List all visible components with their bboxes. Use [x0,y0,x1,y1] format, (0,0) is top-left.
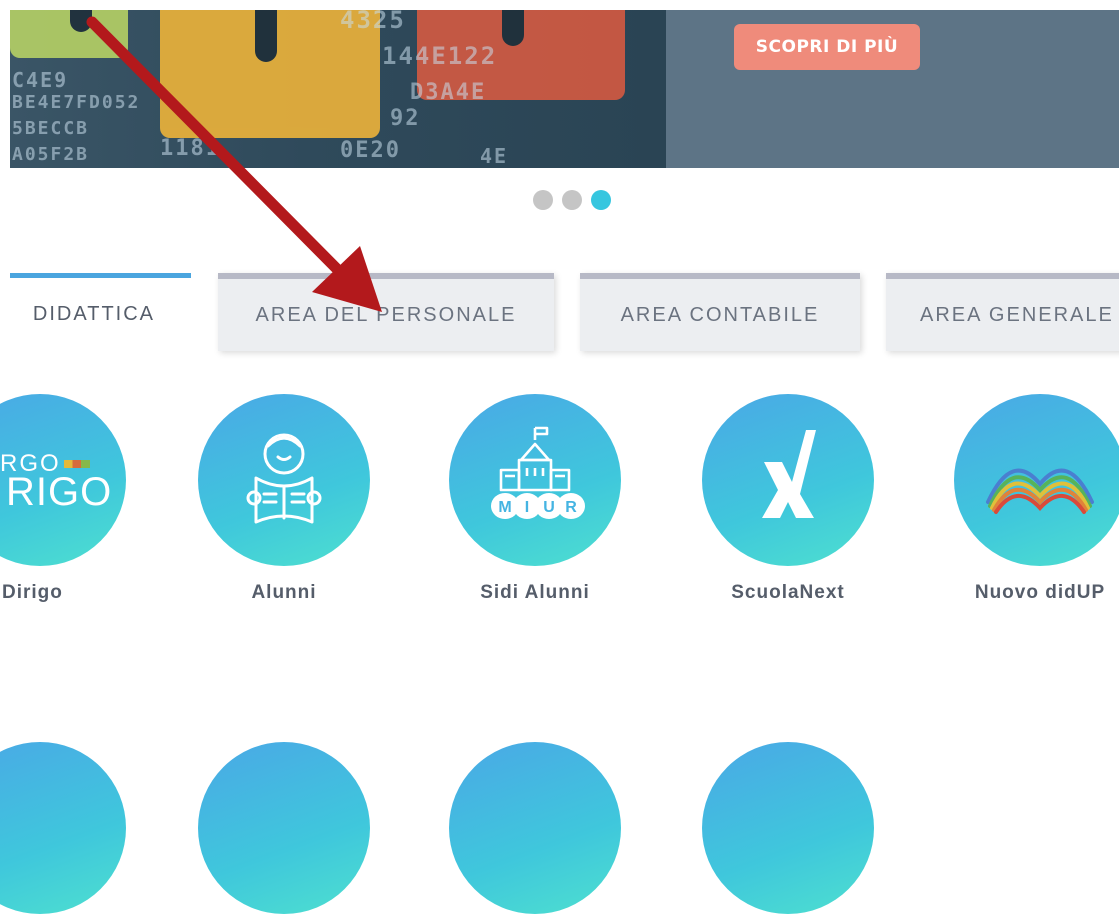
student-reading-icon [246,433,322,524]
app-icon-circle[interactable] [198,742,370,914]
app-label: Sidi Alunni [480,582,590,603]
scuolanext-x-icon [762,430,816,518]
tab-area-generale[interactable]: AREA GENERALE [886,273,1119,351]
miur-letter: M [498,499,511,516]
app-alunni[interactable]: Alunni [184,394,384,604]
app-label: Alunni [251,582,317,603]
app-label: Dirigo [2,582,63,603]
app-label: Nuovo didUP [974,582,1106,603]
miur-letter: R [565,499,577,516]
carousel-dot[interactable] [562,190,582,210]
hero-image: 4325 C4E9 144E122 BE4E7FD052 D3A4E 5BECC… [10,10,666,168]
hex-text: 4325 [340,10,406,34]
hex-text: BE4E7FD052 [12,92,141,113]
hex-text: 5BECCB [12,118,90,139]
hex-text: 1181 [160,136,221,161]
hex-text: 144E122 [382,42,498,70]
hex-text: A05F2B [12,144,90,165]
tab-label: AREA GENERALE [920,303,1114,326]
tab-area-didattica[interactable]: DIDATTICA [10,273,191,351]
miur-letter: U [543,499,555,516]
app-icon-circle[interactable] [0,742,126,914]
app-icon-circle[interactable] [702,742,874,914]
app-icon-circle [954,394,1119,566]
hex-text: 92 [390,106,421,131]
green-padlock [10,10,128,58]
miur-letter: I [525,499,529,516]
tab-label: AREA DEL PERSONALE [255,303,517,326]
app-icon-circle: M I U R [449,394,621,566]
app-icon-circle[interactable] [449,742,621,914]
app-icon-circle [702,394,874,566]
dirigo-logo-text: RIGO [6,470,113,514]
hero-banner: 4325 C4E9 144E122 BE4E7FD052 D3A4E 5BECC… [10,10,1119,168]
logo-color-bar [64,460,90,468]
carousel-dots [533,190,611,210]
tab-label: AREA CONTABILE [620,303,820,326]
tab-area-del-personale[interactable]: AREA DEL PERSONALE [218,273,554,351]
rainbow-book-icon [986,468,1094,514]
hex-text: C4E9 [12,68,69,92]
app-sidi-alunni[interactable]: M I U R Sidi Alunni [435,394,635,604]
tab-area-contabile[interactable]: AREA CONTABILE [580,273,860,351]
app-icon-circle: RGO RIGO [0,394,126,566]
hex-text: D3A4E [410,80,487,105]
app-scuolanext[interactable]: ScuolaNext [688,394,888,604]
carousel-dot-active[interactable] [591,190,611,210]
app-nuovo-didup[interactable]: Nuovo didUP [940,394,1119,604]
hex-text: 0E20 [340,138,401,163]
app-icon-circle [198,394,370,566]
discover-more-button[interactable]: SCOPRI DI PIÙ [734,24,920,70]
tab-label: DIDATTICA [26,303,155,325]
app-dirigo[interactable]: RGO RIGO Dirigo [0,394,126,604]
carousel-dot[interactable] [533,190,553,210]
hex-text: 4E [480,144,509,168]
miur-school-icon: M I U R [491,426,585,519]
app-label: ScuolaNext [731,582,845,603]
